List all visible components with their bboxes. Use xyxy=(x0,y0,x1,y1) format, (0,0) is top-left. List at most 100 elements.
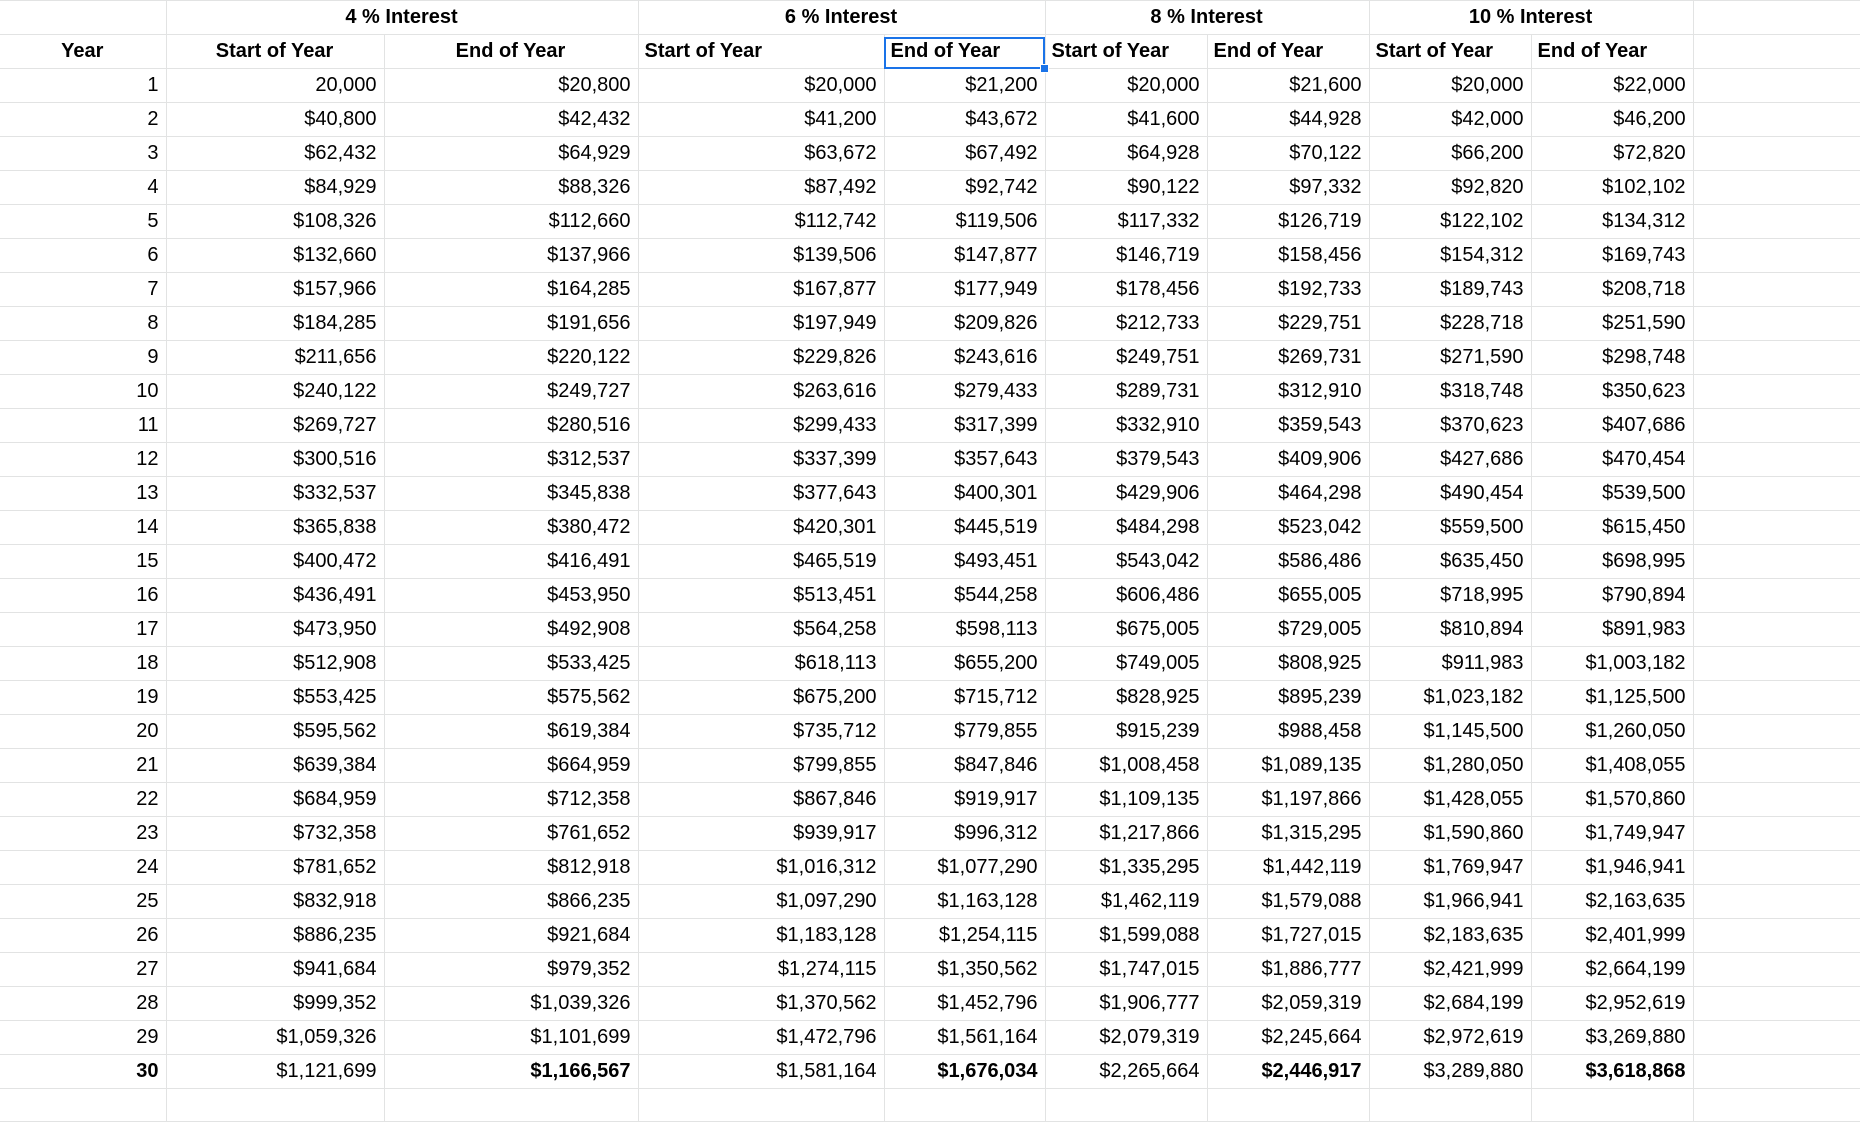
value-cell[interactable]: $317,399 xyxy=(884,408,1046,443)
cell[interactable] xyxy=(1693,646,1860,681)
value-cell[interactable]: $400,301 xyxy=(884,476,1046,511)
year-cell[interactable]: 4 xyxy=(0,170,167,205)
value-cell[interactable]: $377,643 xyxy=(638,476,885,511)
value-cell[interactable]: $1,260,050 xyxy=(1531,714,1694,749)
value-cell[interactable]: $119,506 xyxy=(884,204,1046,239)
value-cell[interactable]: $22,000 xyxy=(1531,68,1694,103)
cell[interactable] xyxy=(1693,1054,1860,1089)
value-cell[interactable]: $2,952,619 xyxy=(1531,986,1694,1021)
value-cell[interactable]: $2,079,319 xyxy=(1045,1020,1208,1055)
value-cell[interactable]: $1,428,055 xyxy=(1369,782,1532,817)
value-cell[interactable]: $147,877 xyxy=(884,238,1046,273)
value-cell[interactable]: $1,561,164 xyxy=(884,1020,1046,1055)
value-cell[interactable]: $543,042 xyxy=(1045,544,1208,579)
value-cell[interactable]: $715,712 xyxy=(884,680,1046,715)
cell[interactable] xyxy=(1693,68,1860,103)
cell[interactable] xyxy=(638,1088,885,1122)
value-cell[interactable]: $664,959 xyxy=(384,748,639,783)
value-cell[interactable]: $2,972,619 xyxy=(1369,1020,1532,1055)
cell[interactable] xyxy=(1693,170,1860,205)
value-cell[interactable]: $365,838 xyxy=(166,510,385,545)
value-cell[interactable]: $84,929 xyxy=(166,170,385,205)
year-cell[interactable]: 17 xyxy=(0,612,167,647)
value-cell[interactable]: $263,616 xyxy=(638,374,885,409)
year-cell[interactable]: 2 xyxy=(0,102,167,137)
value-cell[interactable]: $606,486 xyxy=(1045,578,1208,613)
value-cell[interactable]: $271,590 xyxy=(1369,340,1532,375)
value-cell[interactable]: $146,719 xyxy=(1045,238,1208,273)
cell[interactable] xyxy=(1531,1088,1694,1122)
cell[interactable] xyxy=(1693,306,1860,341)
value-cell[interactable]: $1,335,295 xyxy=(1045,850,1208,885)
value-cell[interactable]: $808,925 xyxy=(1207,646,1370,681)
value-cell[interactable]: $97,332 xyxy=(1207,170,1370,205)
value-cell[interactable]: $999,352 xyxy=(166,986,385,1021)
value-cell[interactable]: $1,183,128 xyxy=(638,918,885,953)
value-cell[interactable]: $249,751 xyxy=(1045,340,1208,375)
value-cell[interactable]: $67,492 xyxy=(884,136,1046,171)
value-cell[interactable]: $832,918 xyxy=(166,884,385,919)
start-header-6pct[interactable]: Start of Year xyxy=(638,34,885,69)
value-cell[interactable]: $939,917 xyxy=(638,816,885,851)
value-cell[interactable]: $2,664,199 xyxy=(1531,952,1694,987)
value-cell[interactable]: $43,672 xyxy=(884,102,1046,137)
value-cell[interactable]: $72,820 xyxy=(1531,136,1694,171)
value-cell[interactable]: $132,660 xyxy=(166,238,385,273)
cell[interactable] xyxy=(1693,952,1860,987)
year-cell[interactable]: 19 xyxy=(0,680,167,715)
cell[interactable] xyxy=(1693,714,1860,749)
value-cell[interactable]: $337,399 xyxy=(638,442,885,477)
value-cell[interactable]: $249,727 xyxy=(384,374,639,409)
value-cell[interactable]: $919,917 xyxy=(884,782,1046,817)
value-cell[interactable]: $2,265,664 xyxy=(1045,1054,1208,1089)
value-cell[interactable]: $178,456 xyxy=(1045,272,1208,307)
value-cell[interactable]: $2,446,917 xyxy=(1207,1054,1370,1089)
value-cell[interactable]: $867,846 xyxy=(638,782,885,817)
cell[interactable] xyxy=(1693,544,1860,579)
cell[interactable] xyxy=(1693,34,1860,69)
year-cell[interactable]: 3 xyxy=(0,136,167,171)
value-cell[interactable]: $615,450 xyxy=(1531,510,1694,545)
value-cell[interactable]: $427,686 xyxy=(1369,442,1532,477)
value-cell[interactable]: $299,433 xyxy=(638,408,885,443)
value-cell[interactable]: $2,183,635 xyxy=(1369,918,1532,953)
value-cell[interactable]: $564,258 xyxy=(638,612,885,647)
value-cell[interactable]: $891,983 xyxy=(1531,612,1694,647)
value-cell[interactable]: $655,005 xyxy=(1207,578,1370,613)
value-cell[interactable]: $1,016,312 xyxy=(638,850,885,885)
year-cell[interactable]: 25 xyxy=(0,884,167,919)
value-cell[interactable]: $941,684 xyxy=(166,952,385,987)
value-cell[interactable]: $3,289,880 xyxy=(1369,1054,1532,1089)
cell[interactable] xyxy=(1693,476,1860,511)
value-cell[interactable]: $895,239 xyxy=(1207,680,1370,715)
value-cell[interactable]: $169,743 xyxy=(1531,238,1694,273)
value-cell[interactable]: $420,301 xyxy=(638,510,885,545)
year-cell[interactable]: 21 xyxy=(0,748,167,783)
value-cell[interactable]: $429,906 xyxy=(1045,476,1208,511)
value-cell[interactable]: $639,384 xyxy=(166,748,385,783)
cell[interactable] xyxy=(1693,986,1860,1021)
end-header-6pct[interactable]: End of Year xyxy=(884,34,1046,69)
cell[interactable] xyxy=(1369,1088,1532,1122)
year-cell[interactable]: 15 xyxy=(0,544,167,579)
value-cell[interactable]: $979,352 xyxy=(384,952,639,987)
value-cell[interactable]: $718,995 xyxy=(1369,578,1532,613)
value-cell[interactable]: $847,846 xyxy=(884,748,1046,783)
value-cell[interactable]: $559,500 xyxy=(1369,510,1532,545)
cell[interactable] xyxy=(1693,238,1860,273)
value-cell[interactable]: $1,408,055 xyxy=(1531,748,1694,783)
value-cell[interactable]: $828,925 xyxy=(1045,680,1208,715)
cell[interactable] xyxy=(1693,204,1860,239)
value-cell[interactable]: $359,543 xyxy=(1207,408,1370,443)
value-cell[interactable]: $618,113 xyxy=(638,646,885,681)
value-cell[interactable]: $866,235 xyxy=(384,884,639,919)
value-cell[interactable]: $1,599,088 xyxy=(1045,918,1208,953)
spreadsheet-grid[interactable]: 4 % Interest 6 % Interest 8 % Interest 1… xyxy=(0,0,1860,1126)
value-cell[interactable]: $484,298 xyxy=(1045,510,1208,545)
value-cell[interactable]: $1,769,947 xyxy=(1369,850,1532,885)
value-cell[interactable]: $379,543 xyxy=(1045,442,1208,477)
value-cell[interactable]: $1,886,777 xyxy=(1207,952,1370,987)
value-cell[interactable]: $164,285 xyxy=(384,272,639,307)
value-cell[interactable]: $70,122 xyxy=(1207,136,1370,171)
value-cell[interactable]: $298,748 xyxy=(1531,340,1694,375)
